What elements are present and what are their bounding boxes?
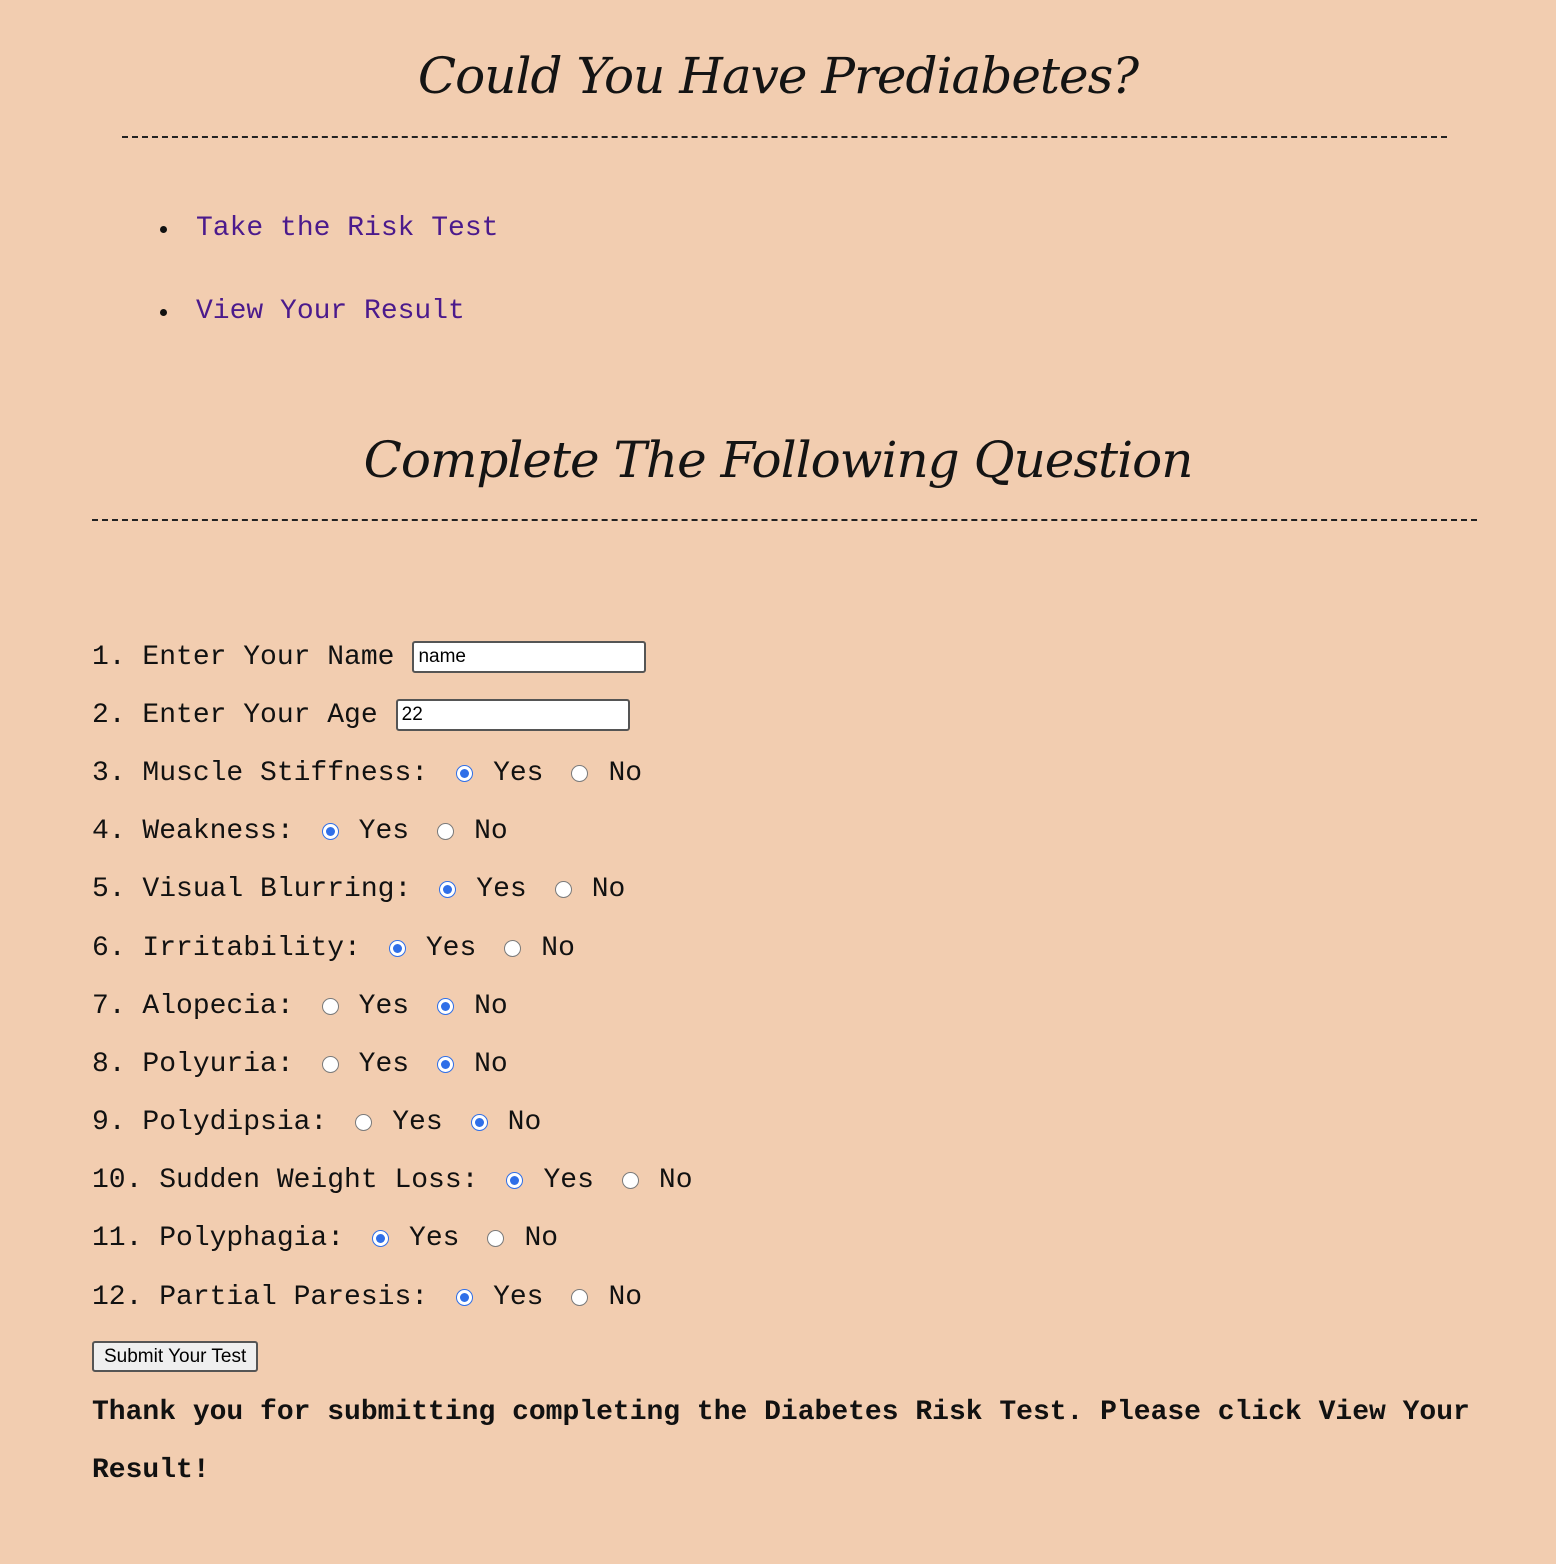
radio-no[interactable]: [621, 1172, 639, 1190]
name-row: 1. Enter Your Name: [92, 628, 693, 686]
radio-no[interactable]: [571, 764, 589, 782]
radio-no[interactable]: [437, 1055, 455, 1073]
question-label: 5. Visual Blurring:: [92, 874, 412, 906]
radio-yes[interactable]: [321, 997, 339, 1015]
radio-yes[interactable]: [321, 1055, 339, 1073]
option-yes-label: Yes: [543, 1165, 594, 1197]
question-label: 3. Muscle Stiffness:: [92, 757, 429, 789]
question-row: 11. Polyphagia: Yes No: [92, 1210, 693, 1268]
section-divider: [92, 519, 1477, 521]
nav-item-view-result: View Your Result: [160, 288, 498, 371]
question-row: 12. Partial Paresis: Yes No: [92, 1268, 693, 1326]
question-row: 6. Irritability: Yes No: [92, 919, 693, 977]
option-yes-label: Yes: [493, 757, 544, 789]
question-label: 4. Weakness:: [92, 816, 294, 848]
take-risk-test-link[interactable]: Take the Risk Test: [196, 213, 498, 244]
question-list: 3. Muscle Stiffness: Yes No 4. Weakness: Yes…: [92, 744, 693, 1326]
name-label: 1. Enter Your Name: [92, 641, 395, 673]
question-label: 9. Polydipsia:: [92, 1107, 328, 1139]
radio-yes[interactable]: [439, 881, 457, 899]
option-yes-label: Yes: [358, 1048, 410, 1080]
radio-yes[interactable]: [372, 1230, 390, 1248]
question-label: 10. Sudden Weight Loss:: [92, 1165, 479, 1197]
radio-yes[interactable]: [355, 1114, 373, 1132]
question-label: 11. Polyphagia:: [92, 1223, 345, 1255]
option-no-label: No: [541, 932, 575, 964]
section-title: Complete The Following Question: [363, 431, 1194, 489]
question-row: 3. Muscle Stiffness: Yes No: [92, 744, 693, 802]
question-row: 10. Sudden Weight Loss: Yes No: [92, 1152, 693, 1210]
option-no-label: No: [608, 757, 643, 789]
option-no-label: No: [658, 1165, 693, 1197]
radio-no[interactable]: [504, 939, 522, 957]
age-row: 2. Enter Your Age: [92, 686, 693, 744]
nav-list: Take the Risk Test View Your Result: [160, 205, 498, 371]
question-label: 6. Irritability:: [92, 932, 361, 964]
option-no-label: No: [474, 816, 508, 848]
age-input[interactable]: [395, 699, 630, 732]
question-row: 7. Alopecia: Yes No: [92, 977, 693, 1035]
radio-no[interactable]: [470, 1114, 488, 1132]
submit-button[interactable]: Submit Your Test: [92, 1341, 259, 1372]
radio-yes[interactable]: [321, 823, 339, 841]
radio-no[interactable]: [437, 823, 455, 841]
radio-no[interactable]: [487, 1230, 505, 1248]
page-title: Could You Have Prediabetes?: [417, 47, 1139, 105]
option-no-label: No: [474, 1048, 508, 1080]
question-row: 4. Weakness: Yes No: [92, 803, 693, 861]
option-yes-label: Yes: [358, 816, 410, 848]
radio-yes[interactable]: [388, 939, 406, 957]
option-yes-label: Yes: [358, 990, 410, 1022]
option-yes-label: Yes: [476, 874, 527, 906]
question-label: 8. Polyuria:: [92, 1048, 294, 1080]
question-row: 5. Visual Blurring: Yes No: [92, 861, 693, 919]
question-label: 7. Alopecia:: [92, 990, 294, 1022]
question-row: 8. Polyuria: Yes No: [92, 1035, 693, 1093]
name-input[interactable]: [412, 641, 647, 674]
bullet-icon: [160, 226, 167, 233]
radio-no[interactable]: [437, 997, 455, 1015]
radio-yes[interactable]: [456, 1288, 474, 1306]
title-divider: [122, 136, 1447, 138]
confirmation-message: Thank you for submitting completing the …: [92, 1397, 1470, 1486]
radio-no[interactable]: [571, 1288, 589, 1306]
view-result-link[interactable]: View Your Result: [196, 296, 465, 327]
option-no-label: No: [524, 1223, 559, 1255]
option-no-label: No: [591, 874, 626, 906]
radio-yes[interactable]: [456, 764, 474, 782]
age-label: 2. Enter Your Age: [92, 699, 378, 731]
question-row: 9. Polydipsia: Yes No: [92, 1094, 693, 1152]
nav-item-take-test: Take the Risk Test: [160, 205, 498, 288]
option-no-label: No: [474, 990, 508, 1022]
option-yes-label: Yes: [425, 932, 477, 964]
risk-test-form: 1. Enter Your Name 2. Enter Your Age 3. …: [92, 628, 693, 1326]
option-yes-label: Yes: [493, 1281, 544, 1313]
question-label: 12. Partial Paresis:: [92, 1281, 429, 1313]
option-no-label: No: [507, 1107, 542, 1139]
option-yes-label: Yes: [392, 1107, 443, 1139]
bullet-icon: [160, 309, 167, 316]
radio-yes[interactable]: [506, 1172, 524, 1190]
radio-no[interactable]: [554, 881, 572, 899]
option-no-label: No: [608, 1281, 643, 1313]
option-yes-label: Yes: [409, 1223, 460, 1255]
